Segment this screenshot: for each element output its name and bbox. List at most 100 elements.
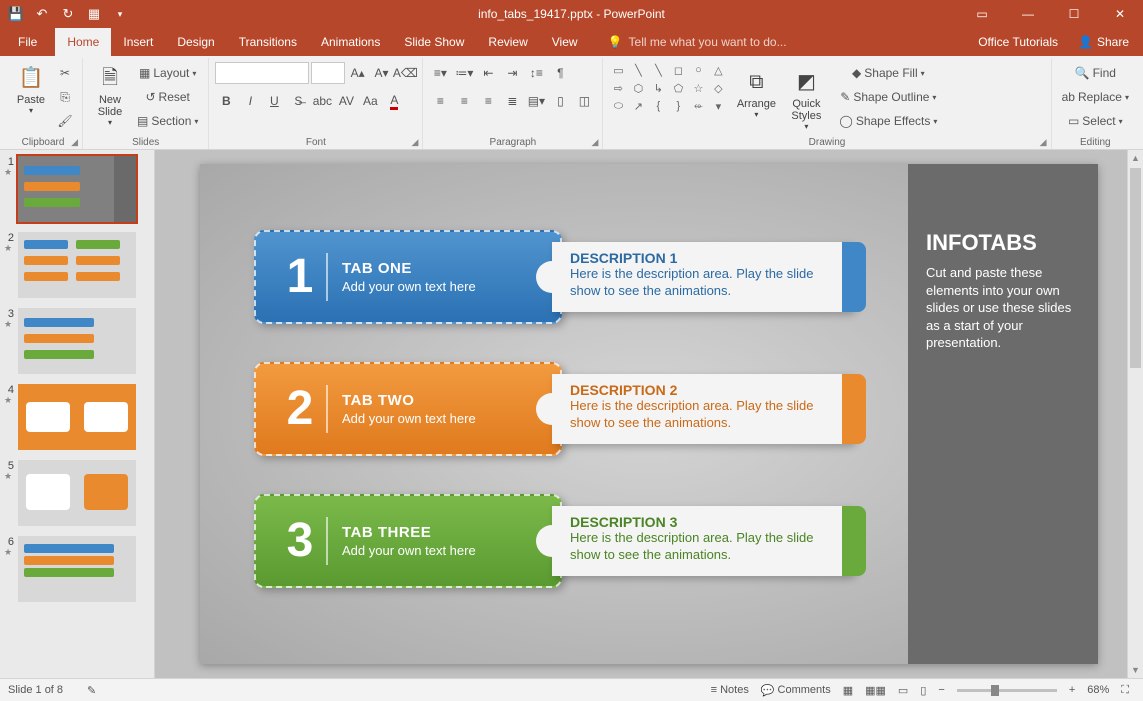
bullets-icon[interactable]: ≡▾ xyxy=(429,62,451,84)
decrease-font-icon[interactable]: A▾ xyxy=(371,62,393,84)
slide-thumbnail-2[interactable] xyxy=(18,232,136,298)
close-icon[interactable]: ✕ xyxy=(1097,0,1143,28)
section-button[interactable]: ▤Section ▾ xyxy=(133,110,202,132)
shape-outline-button[interactable]: ✎Shape Outline ▾ xyxy=(835,86,941,108)
slide-thumbnail-4[interactable] xyxy=(18,384,136,450)
start-from-beginning-icon[interactable]: ▦ xyxy=(82,2,106,26)
shape-fill-button[interactable]: ◆Shape Fill ▾ xyxy=(835,62,941,84)
layout-button[interactable]: ▦Layout ▾ xyxy=(133,62,202,84)
office-tutorials-link[interactable]: Office Tutorials xyxy=(966,35,1070,49)
increase-font-icon[interactable]: A▴ xyxy=(347,62,369,84)
paste-button[interactable]: 📋 Paste ▾ xyxy=(10,58,52,117)
slide-sorter-view-icon[interactable]: ▦▦ xyxy=(859,679,892,701)
tab-review[interactable]: Review xyxy=(476,28,539,56)
font-launcher-icon[interactable]: ◢ xyxy=(411,137,418,148)
new-slide-button[interactable]: 🗎 New Slide ▾ xyxy=(89,58,131,129)
zoom-level[interactable]: 68% xyxy=(1081,679,1115,701)
decrease-indent-icon[interactable]: ⇤ xyxy=(477,62,499,84)
zoom-slider[interactable] xyxy=(957,689,1057,692)
slide-canvas-area[interactable]: 1 TAB ONE Add your own text here DESCRIP… xyxy=(155,150,1143,678)
slide-counter[interactable]: Slide 1 of 8 xyxy=(8,684,63,696)
tab-insert[interactable]: Insert xyxy=(111,28,165,56)
maximize-icon[interactable]: ☐ xyxy=(1051,0,1097,28)
reset-button[interactable]: ↺Reset xyxy=(133,86,202,108)
undo-icon[interactable]: ↶ xyxy=(30,2,54,26)
scroll-thumb[interactable] xyxy=(1130,168,1141,368)
current-slide[interactable]: 1 TAB ONE Add your own text here DESCRIP… xyxy=(200,164,1098,664)
columns-icon[interactable]: ▤▾ xyxy=(525,90,547,112)
slide-thumbnail-3[interactable] xyxy=(18,308,136,374)
slide-thumbnail-5[interactable] xyxy=(18,460,136,526)
align-right-icon[interactable]: ≡ xyxy=(477,90,499,112)
slideshow-view-icon[interactable]: ▯ xyxy=(914,679,932,701)
arrange-button[interactable]: ⧉ Arrange ▾ xyxy=(735,62,777,121)
align-center-icon[interactable]: ≡ xyxy=(453,90,475,112)
align-text-icon[interactable]: ▯ xyxy=(549,90,571,112)
underline-icon[interactable]: U xyxy=(263,90,285,112)
zoom-out-icon[interactable]: − xyxy=(932,679,950,701)
redo-icon[interactable]: ↻ xyxy=(56,2,80,26)
vertical-scrollbar[interactable]: ▲ ▼ xyxy=(1127,150,1143,678)
scroll-up-icon[interactable]: ▲ xyxy=(1128,150,1143,166)
quick-styles-button[interactable]: ◩ Quick Styles ▾ xyxy=(785,62,827,133)
tab-home[interactable]: Home xyxy=(55,28,111,56)
copy-icon[interactable]: ⎘ xyxy=(54,86,76,108)
shape-effects-button[interactable]: ◯Shape Effects ▾ xyxy=(835,110,941,132)
text-shadow-icon[interactable]: abc xyxy=(311,90,333,112)
increase-indent-icon[interactable]: ⇥ xyxy=(501,62,523,84)
font-name-combo[interactable] xyxy=(215,62,308,84)
infotab-1-description[interactable]: DESCRIPTION 1 Here is the description ar… xyxy=(552,242,854,312)
replace-button[interactable]: abReplace ▾ xyxy=(1058,86,1133,108)
line-spacing-icon[interactable]: ↕≡ xyxy=(525,62,547,84)
qat-customize-icon[interactable]: ▾ xyxy=(108,2,132,26)
tab-design[interactable]: Design xyxy=(165,28,226,56)
shapes-gallery[interactable]: ▭╲╲◻○△ ⇨⬡↳⬠☆◇ ⬭↗{}⬰▾ xyxy=(609,62,727,114)
infotab-2-description[interactable]: DESCRIPTION 2 Here is the description ar… xyxy=(552,374,854,444)
clipboard-launcher-icon[interactable]: ◢ xyxy=(71,137,78,148)
justify-icon[interactable]: ≣ xyxy=(501,90,523,112)
spell-check-icon[interactable]: ✎ xyxy=(81,679,102,701)
infotab-3-header[interactable]: 3 TAB THREE Add your own text here xyxy=(254,494,562,588)
infotab-1-header[interactable]: 1 TAB ONE Add your own text here xyxy=(254,230,562,324)
paragraph-launcher-icon[interactable]: ◢ xyxy=(591,137,598,148)
format-painter-icon[interactable]: 🖌 xyxy=(54,110,76,132)
smartart-icon[interactable]: ◫ xyxy=(573,90,595,112)
tab-transitions[interactable]: Transitions xyxy=(227,28,309,56)
ribbon-display-options-icon[interactable]: ▭ xyxy=(959,0,1005,28)
slide-thumbnail-1[interactable] xyxy=(18,156,136,222)
minimize-icon[interactable]: ― xyxy=(1005,0,1051,28)
save-icon[interactable]: 💾 xyxy=(4,2,28,26)
infotab-3-description[interactable]: DESCRIPTION 3 Here is the description ar… xyxy=(552,506,854,576)
share-button[interactable]: 👤 Share xyxy=(1070,35,1137,49)
zoom-in-icon[interactable]: + xyxy=(1063,679,1081,701)
fit-to-window-icon[interactable]: ⛶ xyxy=(1115,679,1135,701)
font-color-icon[interactable]: A xyxy=(383,90,405,112)
comments-button[interactable]: 💬Comments xyxy=(755,679,837,701)
tab-slideshow[interactable]: Slide Show xyxy=(392,28,476,56)
char-spacing-icon[interactable]: AV xyxy=(335,90,357,112)
find-button[interactable]: 🔍Find xyxy=(1058,62,1133,84)
align-left-icon[interactable]: ≡ xyxy=(429,90,451,112)
slide-thumbnails-pane[interactable]: 1★ 2★ 3★ xyxy=(0,150,155,678)
strikethrough-icon[interactable]: S̶ xyxy=(287,90,309,112)
notes-button[interactable]: ≡Notes xyxy=(705,679,755,701)
bold-icon[interactable]: B xyxy=(215,90,237,112)
clear-formatting-icon[interactable]: A⌫ xyxy=(394,62,416,84)
font-size-combo[interactable] xyxy=(311,62,345,84)
reading-view-icon[interactable]: ▭ xyxy=(892,679,914,701)
text-direction-icon[interactable]: ¶ xyxy=(549,62,571,84)
tab-file[interactable]: File xyxy=(6,28,49,56)
italic-icon[interactable]: I xyxy=(239,90,261,112)
slide-thumbnail-6[interactable] xyxy=(18,536,136,602)
infotab-2-header[interactable]: 2 TAB TWO Add your own text here xyxy=(254,362,562,456)
tab-animations[interactable]: Animations xyxy=(309,28,392,56)
tab-view[interactable]: View xyxy=(540,28,590,56)
change-case-icon[interactable]: Aa xyxy=(359,90,381,112)
normal-view-icon[interactable]: ▦ xyxy=(837,679,859,701)
tell-me-search[interactable]: 💡 Tell me what you want to do... xyxy=(608,28,787,56)
numbering-icon[interactable]: ≔▾ xyxy=(453,62,475,84)
select-button[interactable]: ▭Select ▾ xyxy=(1058,110,1133,132)
drawing-launcher-icon[interactable]: ◢ xyxy=(1040,137,1047,148)
cut-icon[interactable]: ✂ xyxy=(54,62,76,84)
slide-sidebar[interactable]: INFOTABS Cut and paste these elements in… xyxy=(908,164,1098,664)
